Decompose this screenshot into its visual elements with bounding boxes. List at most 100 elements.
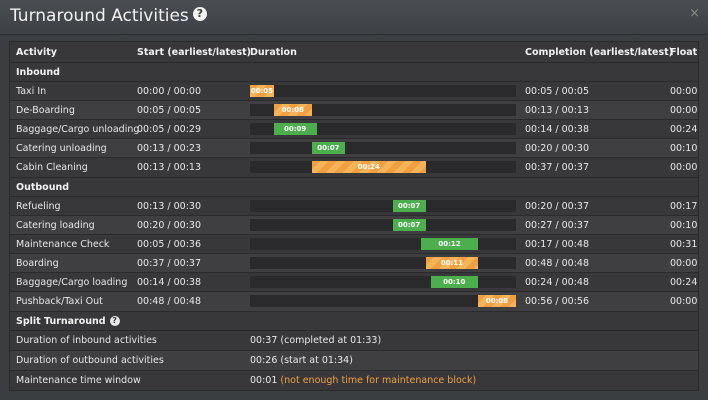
section-outbound: Outbound bbox=[10, 177, 698, 197]
activity-name: Catering loading bbox=[16, 220, 95, 231]
split-value: 00:37 (completed at 01:33) bbox=[250, 331, 381, 351]
table-header: Activity Start (earliest/latest) Duratio… bbox=[10, 43, 698, 62]
turnaround-window: Turnaround Activities? × Activity Start … bbox=[0, 0, 708, 400]
start-time: 00:20 / 00:30 bbox=[137, 220, 201, 231]
section-title: Split Turnaround? bbox=[16, 312, 120, 331]
start-time: 00:13 / 00:23 bbox=[137, 143, 201, 154]
duration-bar[interactable]: 00:07 bbox=[311, 142, 345, 154]
help-icon[interactable]: ? bbox=[109, 315, 120, 326]
section-split: Split Turnaround? bbox=[10, 311, 698, 331]
start-time: 00:05 / 00:05 bbox=[137, 105, 201, 116]
duration-bar[interactable]: 00:12 bbox=[421, 238, 478, 250]
completion-time: 00:24 / 00:48 bbox=[525, 277, 589, 288]
float-time: 00:24 bbox=[670, 124, 698, 135]
close-icon[interactable]: × bbox=[689, 6, 700, 21]
start-time: 00:00 / 00:00 bbox=[137, 86, 201, 97]
start-time: 00:14 / 00:38 bbox=[137, 277, 201, 288]
split-label: Maintenance time window bbox=[16, 375, 141, 386]
activity-name: Refueling bbox=[16, 201, 61, 212]
completion-time: 00:13 / 00:13 bbox=[525, 105, 589, 116]
completion-time: 00:37 / 00:37 bbox=[525, 162, 589, 173]
split-label: Duration of inbound activities bbox=[16, 335, 157, 346]
completion-time: 00:14 / 00:38 bbox=[525, 124, 589, 135]
table-row: Baggage/Cargo unloading 00:05 / 00:29 00:0… bbox=[10, 119, 698, 139]
duration-track bbox=[250, 295, 516, 307]
split-value-text: 00:37 (completed at 01:33) bbox=[250, 335, 382, 346]
header-float[interactable]: Float bbox=[670, 43, 697, 62]
activity-name: Maintenance Check bbox=[16, 239, 110, 250]
split-value: 00:26 (start at 01:34) bbox=[250, 351, 353, 371]
completion-time: 00:20 / 00:37 bbox=[525, 201, 589, 212]
duration-track bbox=[250, 200, 516, 212]
table-row: Taxi In 00:00 / 00:00 00:05 00:05 / 00:05 00… bbox=[10, 81, 698, 101]
activity-name: Catering unloading bbox=[16, 143, 107, 154]
table-row: Baggage/Cargo loading 00:14 / 00:38 00:10 0… bbox=[10, 272, 698, 292]
duration-bar[interactable]: 00:10 bbox=[430, 276, 478, 288]
duration-bar[interactable]: 00:09 bbox=[273, 123, 317, 135]
completion-time: 00:48 / 00:48 bbox=[525, 258, 589, 269]
activity-name: Cabin Cleaning bbox=[16, 162, 88, 173]
duration-bar[interactable]: 00:08 bbox=[273, 104, 312, 116]
completion-time: 00:17 / 00:48 bbox=[525, 239, 589, 250]
header-duration[interactable]: Duration bbox=[250, 43, 297, 62]
activity-name: Baggage/Cargo loading bbox=[16, 277, 128, 288]
window-title: Turnaround Activities? bbox=[10, 6, 207, 26]
start-time: 00:05 / 00:29 bbox=[137, 124, 201, 135]
duration-bar[interactable]: 00:08 bbox=[478, 295, 516, 307]
duration-track bbox=[250, 142, 516, 154]
duration-bar[interactable]: 00:05 bbox=[250, 85, 274, 97]
table-row: Boarding 00:37 / 00:37 00:11 00:48 / 00:48 0… bbox=[10, 253, 698, 273]
section-title-text: Split Turnaround bbox=[16, 316, 106, 327]
window-title-text: Turnaround Activities bbox=[10, 6, 189, 26]
completion-time: 00:20 / 00:30 bbox=[525, 143, 589, 154]
duration-track bbox=[250, 219, 516, 231]
table-row: De-Boarding 00:05 / 00:05 00:08 00:13 / 00:… bbox=[10, 100, 698, 120]
start-time: 00:05 / 00:36 bbox=[137, 239, 201, 250]
section-title: Inbound bbox=[16, 67, 60, 78]
section-title: Outbound bbox=[16, 182, 70, 193]
split-value-text: 00:01 bbox=[250, 375, 278, 386]
float-time: 00:10 bbox=[670, 143, 698, 154]
table-row: Maintenance Check 00:05 / 00:36 00:12 00:17… bbox=[10, 234, 698, 254]
split-row: Duration of outbound activities 00:26 (st… bbox=[10, 350, 698, 371]
completion-time: 00:05 / 00:05 bbox=[525, 86, 589, 97]
float-time: 00:31 bbox=[670, 239, 698, 250]
float-time: 00:00 bbox=[670, 258, 698, 269]
float-time: 00:00 bbox=[670, 162, 698, 173]
completion-time: 00:27 / 00:37 bbox=[525, 220, 589, 231]
start-time: 00:13 / 00:30 bbox=[137, 201, 201, 212]
split-label: Duration of outbound activities bbox=[16, 355, 164, 366]
split-value-text: 00:26 (start at 01:34) bbox=[250, 355, 353, 366]
header-completion[interactable]: Completion (earliest/latest) bbox=[525, 43, 673, 62]
activity-name: Boarding bbox=[16, 258, 59, 269]
duration-bar[interactable]: 00:24 bbox=[311, 161, 426, 173]
header-start[interactable]: Start (earliest/latest) bbox=[137, 43, 251, 62]
table-row: Refueling 00:13 / 00:30 00:07 00:20 / 00:37… bbox=[10, 196, 698, 216]
table-row: Cabin Cleaning 00:13 / 00:13 00:24 00:37 / … bbox=[10, 157, 698, 177]
float-time: 00:00 bbox=[670, 296, 698, 307]
activity-name: De-Boarding bbox=[16, 105, 75, 116]
float-time: 00:00 bbox=[670, 105, 698, 116]
start-time: 00:37 / 00:37 bbox=[137, 258, 201, 269]
header-activity[interactable]: Activity bbox=[16, 43, 57, 62]
table-row: Pushback/Taxi Out 00:48 / 00:48 00:08 00:56… bbox=[10, 291, 698, 311]
table-row: Catering loading 00:20 / 00:30 00:07 00:27 … bbox=[10, 215, 698, 235]
duration-bar[interactable]: 00:07 bbox=[392, 200, 426, 212]
table-row: Catering unloading 00:13 / 00:23 00:07 00:2… bbox=[10, 138, 698, 158]
split-value: 00:01 (not enough time for maintenance b… bbox=[250, 371, 476, 391]
section-inbound: Inbound bbox=[10, 62, 698, 82]
duration-bar[interactable]: 00:11 bbox=[425, 257, 478, 269]
duration-bar[interactable]: 00:07 bbox=[392, 219, 426, 231]
split-row: Duration of inbound activities 00:37 (com… bbox=[10, 330, 698, 351]
split-warning: (not enough time for maintenance block) bbox=[280, 375, 477, 386]
activity-name: Taxi In bbox=[16, 86, 47, 97]
completion-time: 00:56 / 00:56 bbox=[525, 296, 589, 307]
float-time: 00:10 bbox=[670, 220, 698, 231]
duration-track bbox=[250, 85, 516, 97]
start-time: 00:48 / 00:48 bbox=[137, 296, 201, 307]
float-time: 00:00 bbox=[670, 86, 698, 97]
help-icon[interactable]: ? bbox=[192, 7, 207, 21]
activity-name: Baggage/Cargo unloading bbox=[16, 124, 140, 135]
title-bar: Turnaround Activities? × bbox=[0, 0, 708, 35]
split-row: Maintenance time window 00:01 (not enough… bbox=[10, 370, 698, 391]
